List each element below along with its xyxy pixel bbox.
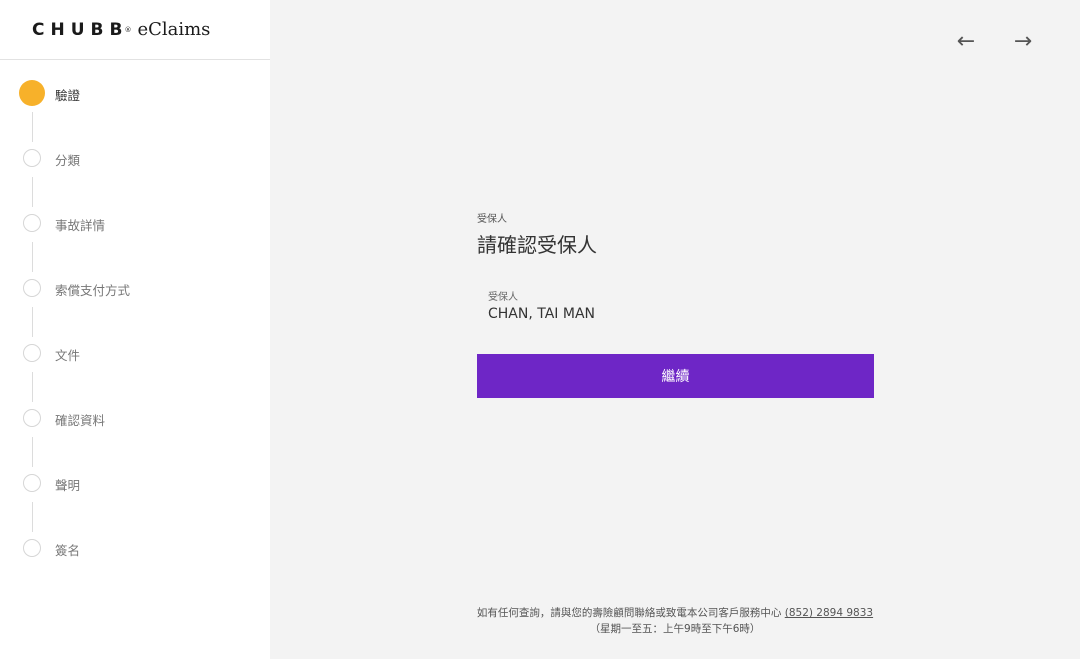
step-incident-details: 事故詳情: [0, 210, 270, 275]
form-kicker: 受保人: [477, 214, 507, 225]
step-connector: [32, 307, 33, 337]
product-name: eClaims: [137, 19, 211, 40]
step-connector: [32, 112, 33, 142]
step-dot-icon: [23, 539, 41, 557]
registered-mark: ®: [124, 25, 132, 34]
step-category: 分類: [0, 145, 270, 210]
brand-header: CHUBB ® eClaims: [0, 0, 270, 60]
footer-line-1: 如有任何查詢，請與您的壽險顧問聯絡或致電本公司客戶服務中心 (852) 2894…: [270, 605, 1080, 621]
step-label: 文件: [55, 348, 81, 363]
insured-confirm-form: 受保人 請確認受保人 受保人 CHAN, TAI MAN 繼續: [477, 210, 874, 398]
page-title: 請確認受保人: [477, 233, 597, 257]
step-verification: 驗證: [0, 80, 270, 145]
forward-arrow-icon[interactable]: →: [1011, 30, 1035, 54]
step-signature: 簽名: [0, 535, 270, 600]
step-dot-icon: [23, 474, 41, 492]
step-label: 分類: [55, 153, 81, 168]
app: CHUBB ® eClaims 驗證 分類 事故詳情 索償支付方式 文件 確認資…: [0, 0, 1080, 659]
step-connector: [32, 502, 33, 532]
step-connector: [32, 242, 33, 272]
phone-link[interactable]: (852) 2894 9833: [785, 607, 873, 619]
back-arrow-icon[interactable]: ←: [954, 30, 978, 54]
step-dot-icon: [23, 279, 41, 297]
step-label: 驗證: [55, 88, 81, 103]
step-connector: [32, 372, 33, 402]
step-label: 聲明: [55, 478, 81, 493]
step-confirm-details: 確認資料: [0, 405, 270, 470]
sidebar: CHUBB ® eClaims 驗證 分類 事故詳情 索償支付方式 文件 確認資…: [0, 0, 270, 659]
insured-field-value: CHAN, TAI MAN: [488, 306, 596, 322]
step-dot-active-icon: [19, 80, 45, 106]
step-declaration: 聲明: [0, 470, 270, 535]
step-documents: 文件: [0, 340, 270, 405]
step-connector: [32, 177, 33, 207]
footer-hours: （星期一至五：上午9時至下午6時）: [589, 623, 761, 635]
footer-contact-text: 如有任何查詢，請與您的壽險顧問聯絡或致電本公司客戶服務中心: [476, 607, 785, 619]
step-label: 確認資料: [55, 413, 106, 428]
step-payment-method: 索償支付方式: [0, 275, 270, 340]
step-label: 簽名: [55, 543, 81, 558]
insured-field: 受保人 CHAN, TAI MAN: [477, 288, 874, 322]
step-dot-icon: [23, 409, 41, 427]
footer: 如有任何查詢，請與您的壽險顧問聯絡或致電本公司客戶服務中心 (852) 2894…: [270, 605, 1080, 637]
step-dot-icon: [23, 344, 41, 362]
step-dot-icon: [23, 149, 41, 167]
step-label: 事故詳情: [55, 218, 106, 233]
step-label: 索償支付方式: [55, 283, 131, 298]
chubb-logo: CHUBB: [32, 19, 129, 40]
step-dot-icon: [23, 214, 41, 232]
progress-steps: 驗證 分類 事故詳情 索償支付方式 文件 確認資料 聲明 簽名: [0, 60, 270, 600]
step-connector: [32, 437, 33, 467]
insured-field-label: 受保人: [488, 292, 518, 303]
continue-button[interactable]: 繼續: [477, 354, 874, 398]
